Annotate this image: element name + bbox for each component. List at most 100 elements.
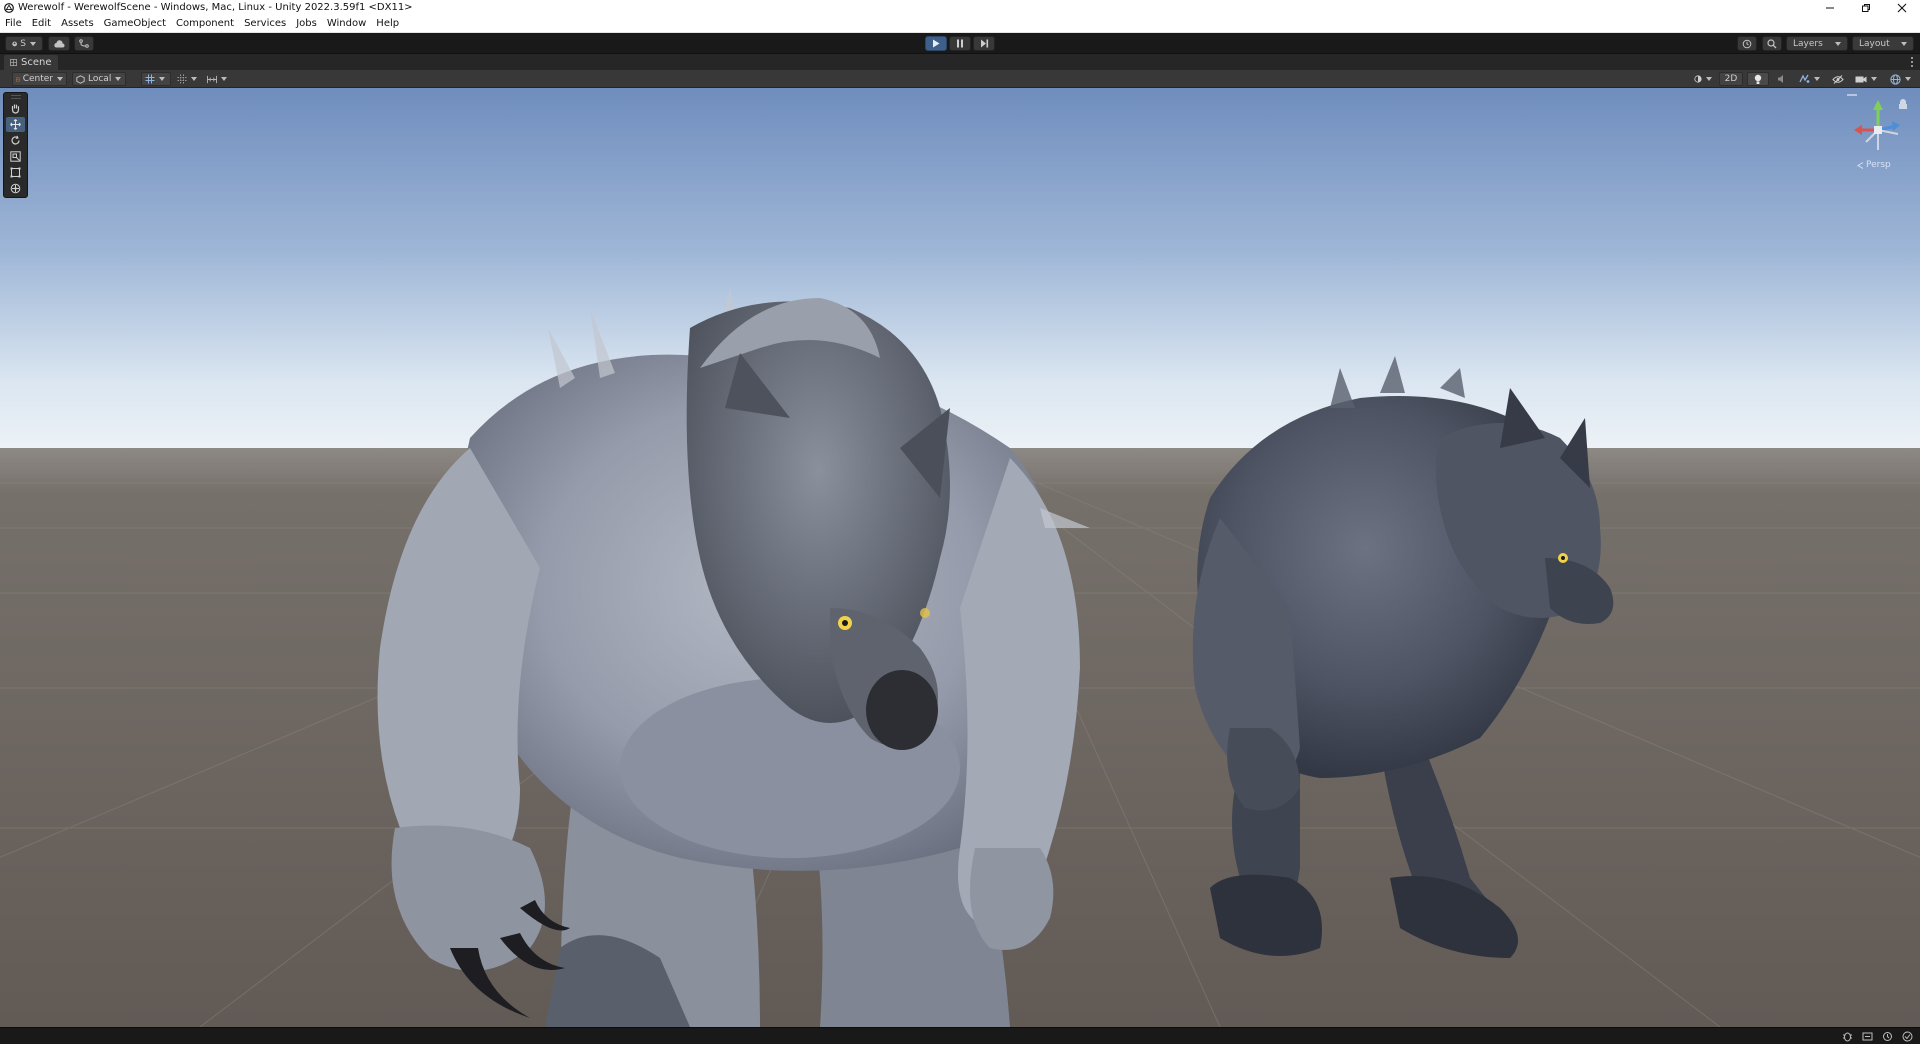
menu-help[interactable]: Help bbox=[371, 15, 404, 33]
camera-settings-dropdown[interactable] bbox=[1851, 72, 1883, 86]
projection-toggle[interactable]: Persp bbox=[1857, 160, 1891, 170]
scene-viewport[interactable] bbox=[0, 88, 1920, 1027]
pause-icon bbox=[957, 39, 963, 48]
close-icon bbox=[1897, 3, 1907, 12]
menu-file[interactable]: File bbox=[0, 15, 27, 33]
check-status-icon[interactable] bbox=[1902, 1031, 1913, 1042]
space-label: Local bbox=[88, 74, 112, 84]
layout-dropdown[interactable]: Layout bbox=[1852, 36, 1914, 51]
layout-label: Layout bbox=[1859, 38, 1890, 49]
draw-mode-dropdown[interactable] bbox=[1690, 72, 1716, 86]
main-toolbar: S Layers Layout bbox=[0, 33, 1920, 53]
menu-jobs[interactable]: Jobs bbox=[291, 15, 322, 33]
lighting-bake-icon[interactable] bbox=[1882, 1031, 1893, 1042]
hand-tool[interactable] bbox=[6, 101, 25, 116]
undo-history-button[interactable] bbox=[1737, 36, 1757, 51]
account-label: S bbox=[20, 38, 26, 49]
shaded-mode-icon bbox=[1694, 75, 1702, 83]
version-control-button[interactable] bbox=[74, 36, 94, 51]
play-button[interactable] bbox=[925, 36, 947, 51]
scene-grid-icon bbox=[10, 59, 17, 66]
debug-bug-icon[interactable] bbox=[1842, 1031, 1853, 1042]
cloud-icon bbox=[54, 39, 65, 47]
unity-logo-icon bbox=[3, 2, 14, 13]
gizmos-dropdown[interactable] bbox=[1886, 72, 1916, 86]
restore-button[interactable] bbox=[1848, 0, 1884, 15]
scene-tab-label: Scene bbox=[21, 57, 52, 68]
status-bar bbox=[0, 1027, 1920, 1044]
account-dropdown[interactable]: S bbox=[5, 36, 43, 51]
branch-icon bbox=[79, 39, 89, 48]
minimize-icon bbox=[1826, 7, 1834, 8]
menu-assets[interactable]: Assets bbox=[56, 15, 99, 33]
search-button[interactable] bbox=[1762, 36, 1782, 51]
close-button[interactable] bbox=[1884, 0, 1920, 15]
audio-icon bbox=[1778, 75, 1783, 83]
hidden-objects-toggle[interactable] bbox=[1828, 72, 1848, 86]
rect-transform-icon bbox=[10, 167, 21, 178]
more-options-icon[interactable] bbox=[1910, 56, 1914, 68]
tab-scene[interactable]: Scene bbox=[4, 55, 58, 70]
rotate-tool[interactable] bbox=[6, 133, 25, 148]
minimize-button[interactable] bbox=[1812, 0, 1848, 15]
effects-icon bbox=[1799, 74, 1810, 83]
projection-label: Persp bbox=[1866, 160, 1891, 170]
grid-snap-icon bbox=[145, 74, 155, 84]
grid-visibility-toggle[interactable] bbox=[173, 72, 201, 86]
gizmos-globe-icon bbox=[1890, 73, 1901, 85]
progress-icon[interactable] bbox=[1862, 1031, 1873, 1042]
tool-palette bbox=[3, 92, 28, 198]
lock-icon[interactable] bbox=[1899, 99, 1907, 109]
menu-window[interactable]: Window bbox=[322, 15, 371, 33]
pivot-dropdown[interactable]: Center bbox=[12, 72, 67, 86]
space-dropdown[interactable]: Local bbox=[72, 72, 126, 86]
rect-tool[interactable] bbox=[6, 165, 25, 180]
toggle-2d-button[interactable]: 2D bbox=[1719, 72, 1743, 86]
menu-gameobject[interactable]: GameObject bbox=[99, 15, 171, 33]
restore-icon bbox=[1862, 3, 1870, 12]
step-button[interactable] bbox=[973, 36, 995, 51]
rotate-icon bbox=[11, 135, 20, 145]
transform-icon bbox=[10, 183, 21, 194]
move-tool[interactable] bbox=[6, 117, 25, 132]
menu-edit[interactable]: Edit bbox=[27, 15, 56, 33]
scale-icon bbox=[10, 151, 21, 162]
menu-services[interactable]: Services bbox=[239, 15, 291, 33]
camera-icon bbox=[1855, 76, 1867, 82]
nose bbox=[866, 670, 938, 750]
lighting-toggle[interactable] bbox=[1747, 72, 1769, 86]
history-icon bbox=[1742, 39, 1752, 48]
pause-button[interactable] bbox=[949, 36, 971, 51]
grid-icon bbox=[177, 74, 187, 84]
transform-tool[interactable] bbox=[6, 181, 25, 196]
sky bbox=[0, 88, 1920, 456]
snap-increment-icon bbox=[207, 75, 217, 83]
audio-toggle[interactable] bbox=[1772, 72, 1792, 86]
eye-slash-icon bbox=[1832, 74, 1844, 84]
scene-view-toolbar: Center Local 2D bbox=[0, 70, 1920, 88]
play-icon bbox=[933, 39, 940, 48]
scale-tool[interactable] bbox=[6, 149, 25, 164]
pivot-center-icon bbox=[16, 77, 20, 81]
cloud-button[interactable] bbox=[48, 36, 70, 51]
palette-drag-handle[interactable] bbox=[11, 95, 21, 99]
scene-render[interactable] bbox=[0, 88, 1920, 1027]
light-bulb-icon bbox=[1754, 74, 1762, 84]
increment-snap-toggle[interactable] bbox=[203, 72, 231, 86]
menu-bar: File Edit Assets GameObject Component Se… bbox=[0, 15, 1920, 33]
step-icon bbox=[980, 39, 988, 48]
perspective-icon bbox=[1857, 161, 1864, 169]
hand-icon bbox=[11, 104, 20, 114]
search-icon bbox=[1767, 38, 1777, 48]
account-icon bbox=[12, 41, 18, 46]
menu-component[interactable]: Component bbox=[171, 15, 239, 33]
title-bar: Werewolf - WerewolfScene - Windows, Mac,… bbox=[0, 0, 1920, 15]
layers-label: Layers bbox=[1793, 38, 1823, 49]
move-arrows-icon bbox=[10, 119, 21, 130]
layers-dropdown[interactable]: Layers bbox=[1786, 36, 1848, 51]
local-space-icon bbox=[76, 74, 85, 84]
grid-snapping-toggle[interactable] bbox=[141, 72, 171, 86]
mode-2d-label: 2D bbox=[1724, 74, 1738, 84]
window-title: Werewolf - WerewolfScene - Windows, Mac,… bbox=[18, 2, 413, 13]
effects-dropdown[interactable] bbox=[1795, 72, 1825, 86]
